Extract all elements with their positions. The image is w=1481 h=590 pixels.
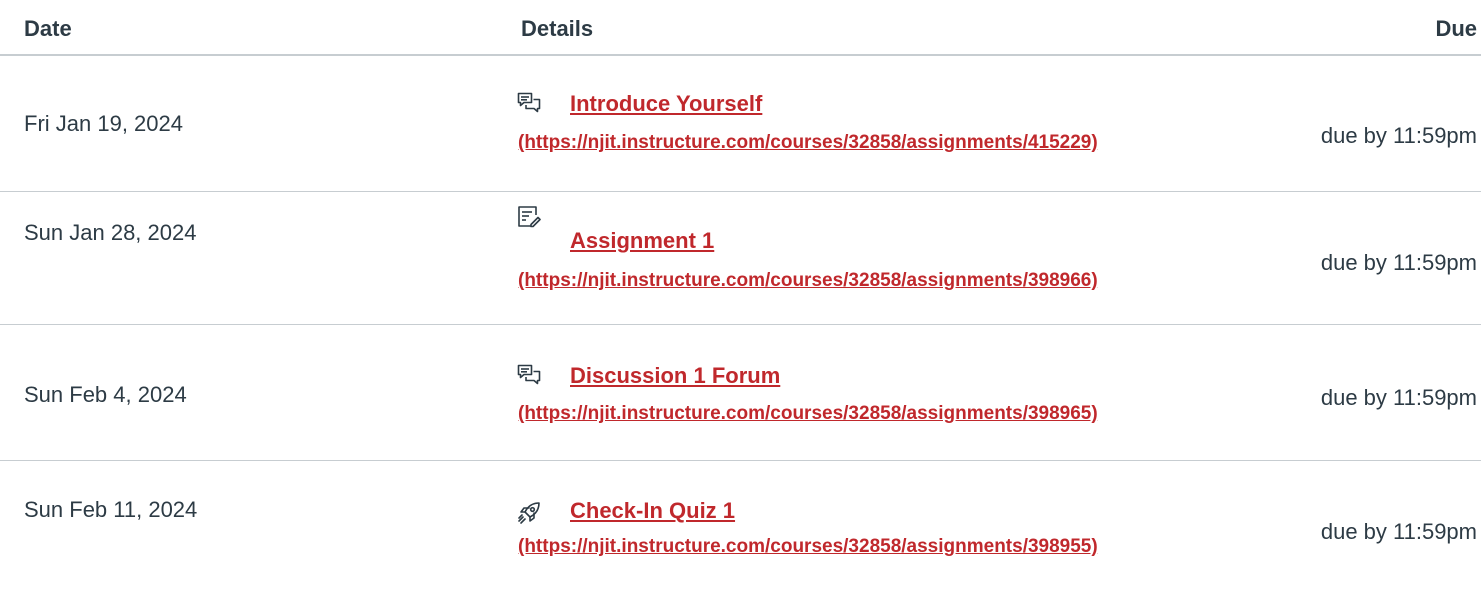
discussion-icon <box>517 92 541 116</box>
table-row: Fri Jan 19, 2024 Introduce Yourself (htt… <box>0 56 1481 192</box>
assignment-link[interactable]: Assignment 1 <box>570 228 714 254</box>
assignment-link[interactable]: Introduce Yourself <box>570 91 762 117</box>
assignment-icon <box>517 205 541 229</box>
due-time: due by 11:59pm <box>1320 123 1477 148</box>
table-row: Sun Feb 11, 2024 Check-In Quiz 1 (https:… <box>0 461 1481 590</box>
assignment-url-link[interactable]: (https://njit.instructure.com/courses/32… <box>518 403 1098 425</box>
due-time: due by 11:59pm <box>1320 250 1477 275</box>
assignment-url-link[interactable]: (https://njit.instructure.com/courses/32… <box>518 132 1098 154</box>
table-header: Date Details Due <box>0 0 1481 56</box>
column-header-details: Details <box>521 16 594 41</box>
assignment-link[interactable]: Discussion 1 Forum <box>570 363 780 389</box>
column-header-date: Date <box>24 16 72 41</box>
quiz-rocket-icon <box>517 501 541 525</box>
row-date: Sun Jan 28, 2024 <box>24 220 197 245</box>
due-time: due by 11:59pm <box>1320 385 1477 410</box>
due-time: due by 11:59pm <box>1320 519 1477 544</box>
assignment-link[interactable]: Check-In Quiz 1 <box>570 498 735 524</box>
table-row: Sun Jan 28, 2024 Assignment 1 (https://n… <box>0 192 1481 325</box>
column-header-due: Due <box>1435 16 1477 41</box>
assignment-url-link[interactable]: (https://njit.instructure.com/courses/32… <box>518 270 1098 292</box>
assignment-url-link[interactable]: (https://njit.instructure.com/courses/32… <box>518 536 1098 558</box>
row-date: Sun Feb 4, 2024 <box>24 382 187 407</box>
row-date: Fri Jan 19, 2024 <box>24 111 183 136</box>
discussion-icon <box>517 364 541 388</box>
row-date: Sun Feb 11, 2024 <box>24 497 198 522</box>
table-row: Sun Feb 4, 2024 Discussion 1 Forum (http… <box>0 325 1481 461</box>
